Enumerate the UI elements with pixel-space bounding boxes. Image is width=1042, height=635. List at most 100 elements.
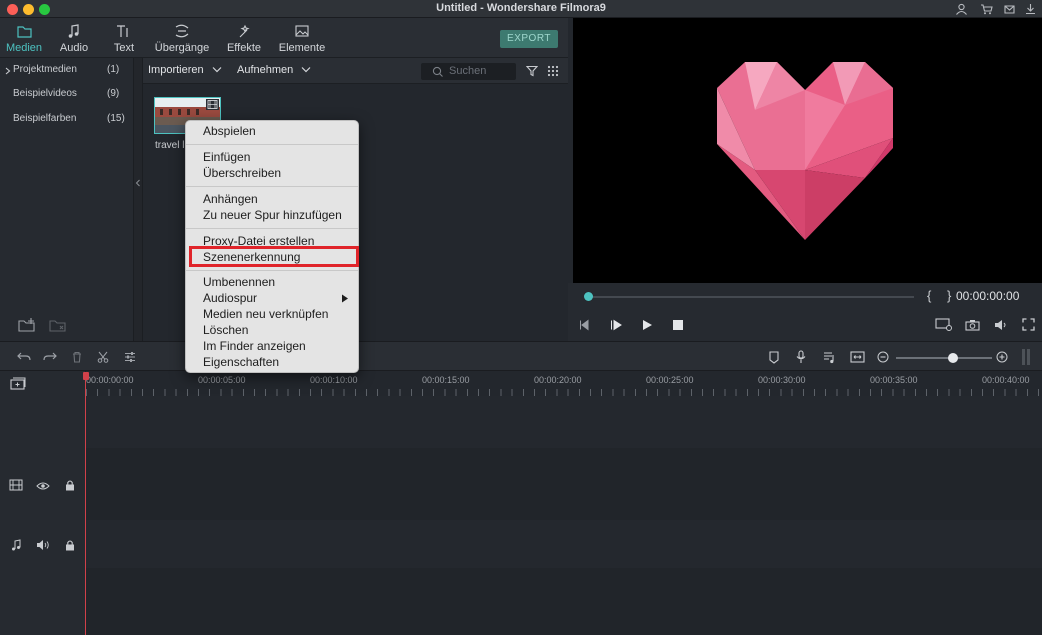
search-field[interactable]: Suchen [421,63,516,80]
fit-timeline-icon[interactable] [850,351,865,363]
zoom-in-icon[interactable] [996,351,1008,363]
new-folder-icon[interactable] [17,317,37,333]
download-icon[interactable] [1024,3,1037,15]
search-input[interactable]: Suchen [449,65,486,77]
filter-icon[interactable] [526,65,538,77]
menu-item-abspielen[interactable]: Abspielen [203,124,256,138]
tab-medien[interactable]: Medien [0,18,48,58]
marker-icon[interactable] [768,351,780,364]
menu-item-im-finder-anzeigen[interactable]: Im Finder anzeigen [203,339,306,353]
submenu-arrow-icon [342,294,348,303]
step-back-icon[interactable] [578,319,592,331]
menu-item-anhaengen[interactable]: Anhängen [203,192,258,206]
undo-icon[interactable] [17,351,31,363]
snapshot-icon[interactable] [965,319,980,331]
ruler-tick-label: 00:00:05:00 [198,375,246,385]
cart-icon[interactable] [980,3,993,15]
trash-icon[interactable] [71,351,83,363]
sidebar-item-label: Beispielvideos [13,88,77,99]
speaker-icon[interactable] [36,539,50,551]
scissors-icon[interactable] [97,351,109,363]
notification-icon[interactable] [1003,3,1016,15]
display-settings-icon[interactable] [935,318,953,332]
adjust-icon[interactable] [124,351,136,363]
filmora-window: Untitled - Wondershare Filmora9 Medien A… [0,0,1042,635]
fullscreen-icon[interactable] [1022,318,1035,331]
menu-item-umbenennen[interactable]: Umbenennen [203,275,275,289]
menu-item-medien-neu-verknuepfen[interactable]: Medien neu verknüpfen [203,307,328,321]
zoom-out-icon[interactable] [877,351,889,363]
menu-separator [186,228,358,229]
music-note-icon [68,24,79,38]
sidebar-item-count: (9) [107,88,120,99]
media-sidebar: Projektmedien (1) Beispielvideos (9) Bei… [0,58,134,341]
eye-icon[interactable] [36,480,50,492]
redo-icon[interactable] [43,351,57,363]
menu-item-ueberschreiben[interactable]: Überschreiben [203,166,281,180]
timeline-track-empty[interactable] [86,568,1042,635]
grid-view-icon[interactable] [547,65,559,77]
import-dropdown[interactable]: Importieren [148,64,222,76]
image-icon [295,25,309,37]
ruler-tick-label: 00:00:00:00 [86,375,134,385]
tab-audio[interactable]: Audio [52,18,96,58]
sidebar-item-beispielvideos[interactable]: Beispielvideos (9) [0,84,134,104]
tab-elemente[interactable]: Elemente [274,18,330,58]
zoom-slider-handle[interactable] [948,353,958,363]
sidebar-item-count: (15) [107,113,125,124]
export-button[interactable]: EXPORT [500,30,558,48]
menu-item-einfuegen[interactable]: Einfügen [203,150,250,164]
tab-text[interactable]: Text [104,18,144,58]
tab-label: Übergänge [154,42,210,54]
seek-bar[interactable] [590,296,914,298]
menu-item-audiospur[interactable]: Audiospur [203,291,257,305]
audio-mixer-icon[interactable] [823,351,836,364]
menu-item-zu-neuer-spur[interactable]: Zu neuer Spur hinzufügen [203,208,342,222]
microphone-icon[interactable] [795,350,807,364]
sidebar-item-count: (1) [107,64,120,75]
main-toolbar: Medien Audio Text Übergänge Effekte Elem… [0,18,568,58]
thumbnail-label: travel l [155,140,185,151]
sidebar-item-projektmedien[interactable]: Projektmedien (1) [0,60,134,80]
record-label: Aufnehmen [237,64,294,76]
account-icon[interactable] [955,3,968,15]
seek-handle[interactable] [584,292,593,301]
tab-uebergaenge[interactable]: Übergänge [150,18,214,58]
audio-track[interactable] [86,520,1042,568]
record-dropdown[interactable]: Aufnehmen [237,64,311,76]
sidebar-item-label: Beispielfarben [13,113,77,124]
preview-viewer [573,18,1042,283]
menu-item-loeschen[interactable]: Löschen [203,323,248,337]
timeline-track-empty[interactable] [86,396,1042,448]
chevron-right-icon[interactable] [5,67,11,75]
menu-item-eigenschaften[interactable]: Eigenschaften [203,355,279,369]
lock-icon[interactable] [63,539,77,551]
video-track[interactable] [86,448,1042,520]
play-frame-icon[interactable] [609,319,623,331]
volume-icon[interactable] [994,319,1008,331]
highlight-box [189,246,359,267]
tab-label: Text [113,42,135,54]
sidebar-item-label: Projektmedien [13,64,77,75]
lock-icon[interactable] [63,479,77,491]
stop-icon[interactable] [673,320,683,330]
audio-meter-icon[interactable] [1021,349,1031,365]
zoom-slider-track[interactable] [896,357,992,359]
media-toolbar: Importieren Aufnehmen Suchen [143,58,568,84]
sidebar-collapse-handle[interactable] [134,58,143,341]
playhead-handle[interactable] [83,372,89,380]
mark-in-out-buttons[interactable]: { } [927,288,957,303]
preview-timecode: 00:00:00:00 [956,289,1020,303]
window-title: Untitled - Wondershare Filmora9 [436,2,606,14]
play-icon[interactable] [641,319,653,331]
audio-track-icon [12,539,21,551]
tab-label: Effekte [226,42,262,54]
ruler-tick-label: 00:00:10:00 [310,375,358,385]
add-track-icon[interactable] [10,377,26,390]
tab-label: Audio [59,42,89,54]
delete-folder-icon[interactable] [48,317,68,333]
tab-label: Medien [5,42,43,54]
sidebar-item-beispielfarben[interactable]: Beispielfarben (15) [0,109,134,129]
playhead-line[interactable] [85,372,86,635]
tab-effekte[interactable]: Effekte [222,18,266,58]
